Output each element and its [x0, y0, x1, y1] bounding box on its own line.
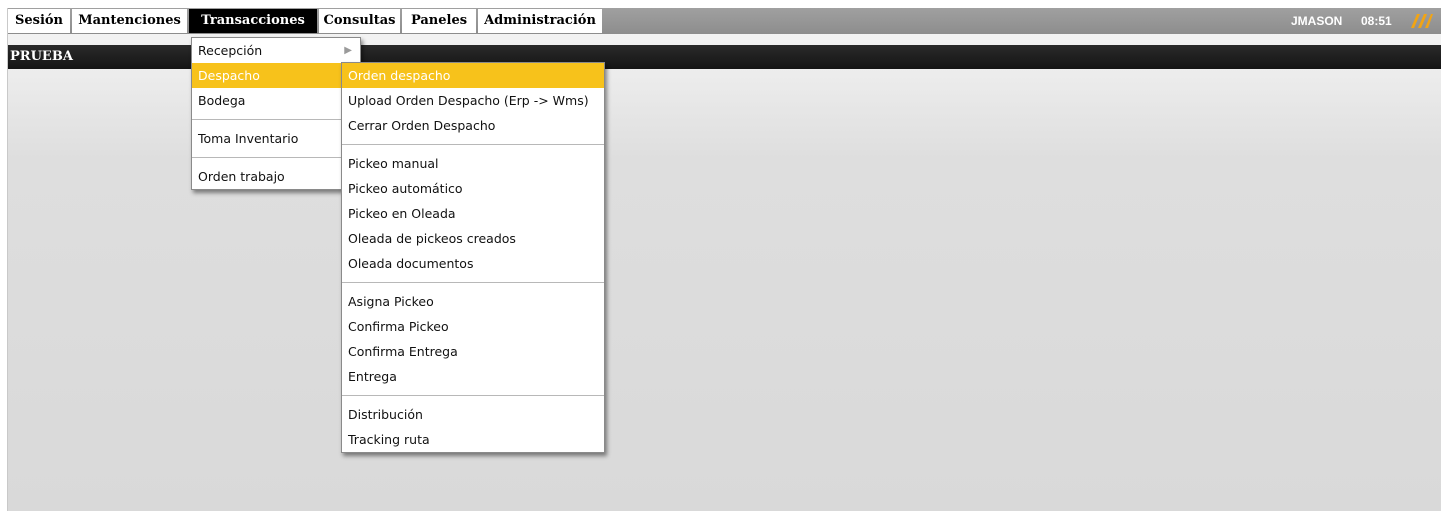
page-title: PRUEBA [10, 49, 73, 64]
app-frame: Sesión Mantenciones Transacciones Consul… [7, 8, 1441, 511]
menu-separator [342, 144, 604, 145]
menu-item-entrega[interactable]: Entrega [342, 364, 604, 389]
despacho-submenu: Orden despacho Upload Orden Despacho (Er… [341, 62, 605, 453]
menu-item-oleada-pickeos-creados[interactable]: Oleada de pickeos creados [342, 226, 604, 251]
menu-sesion[interactable]: Sesión [8, 9, 70, 33]
menu-bar: Sesión Mantenciones Transacciones Consul… [8, 8, 1441, 34]
menu-item-cerrar-orden-despacho[interactable]: Cerrar Orden Despacho [342, 113, 604, 138]
menu-item-upload-orden-despacho[interactable]: Upload Orden Despacho (Erp -> Wms) [342, 88, 604, 113]
clock-label: 08:51 [1361, 14, 1392, 28]
menu-item-distribucion[interactable]: Distribución [342, 402, 604, 427]
menu-item-pickeo-manual[interactable]: Pickeo manual [342, 151, 604, 176]
brand-logo-icon [1411, 14, 1433, 28]
menu-item-oleada-documentos[interactable]: Oleada documentos [342, 251, 604, 276]
menu-item-asigna-pickeo[interactable]: Asigna Pickeo [342, 289, 604, 314]
chevron-right-icon: ▶ [344, 45, 352, 56]
menu-item-pickeo-automatico[interactable]: Pickeo automático [342, 176, 604, 201]
menu-paneles[interactable]: Paneles [402, 9, 476, 33]
menu-administracion[interactable]: Administración [478, 9, 602, 33]
menu-item-confirma-entrega[interactable]: Confirma Entrega [342, 339, 604, 364]
menu-item-confirma-pickeo[interactable]: Confirma Pickeo [342, 314, 604, 339]
username-label: JMASON [1291, 14, 1343, 28]
menu-item-orden-despacho[interactable]: Orden despacho [342, 63, 604, 88]
menu-item-tracking-ruta[interactable]: Tracking ruta [342, 427, 604, 452]
menu-consultas[interactable]: Consultas [319, 9, 400, 33]
menu-item-toma-inventario[interactable]: Toma Inventario [192, 126, 360, 151]
menu-transacciones[interactable]: Transacciones [189, 9, 317, 33]
menu-item-label: Despacho [198, 68, 260, 83]
menu-separator [342, 395, 604, 396]
menu-item-label: Toma Inventario [198, 131, 299, 146]
menu-item-orden-trabajo[interactable]: Orden trabajo [192, 164, 360, 189]
menu-mantenciones[interactable]: Mantenciones [72, 9, 187, 33]
menu-separator [192, 119, 360, 120]
menu-item-label: Recepción [198, 43, 263, 58]
menu-item-label: Orden trabajo [198, 169, 285, 184]
menu-item-label: Bodega [198, 93, 246, 108]
menu-item-bodega[interactable]: Bodega [192, 88, 360, 113]
menu-separator [342, 282, 604, 283]
transacciones-dropdown: Recepción ▶ Despacho Bodega Toma Inventa… [191, 37, 361, 190]
menu-item-pickeo-en-oleada[interactable]: Pickeo en Oleada [342, 201, 604, 226]
menu-separator [192, 157, 360, 158]
menu-item-despacho[interactable]: Despacho [192, 63, 360, 88]
menu-item-recepcion[interactable]: Recepción ▶ [192, 38, 360, 63]
